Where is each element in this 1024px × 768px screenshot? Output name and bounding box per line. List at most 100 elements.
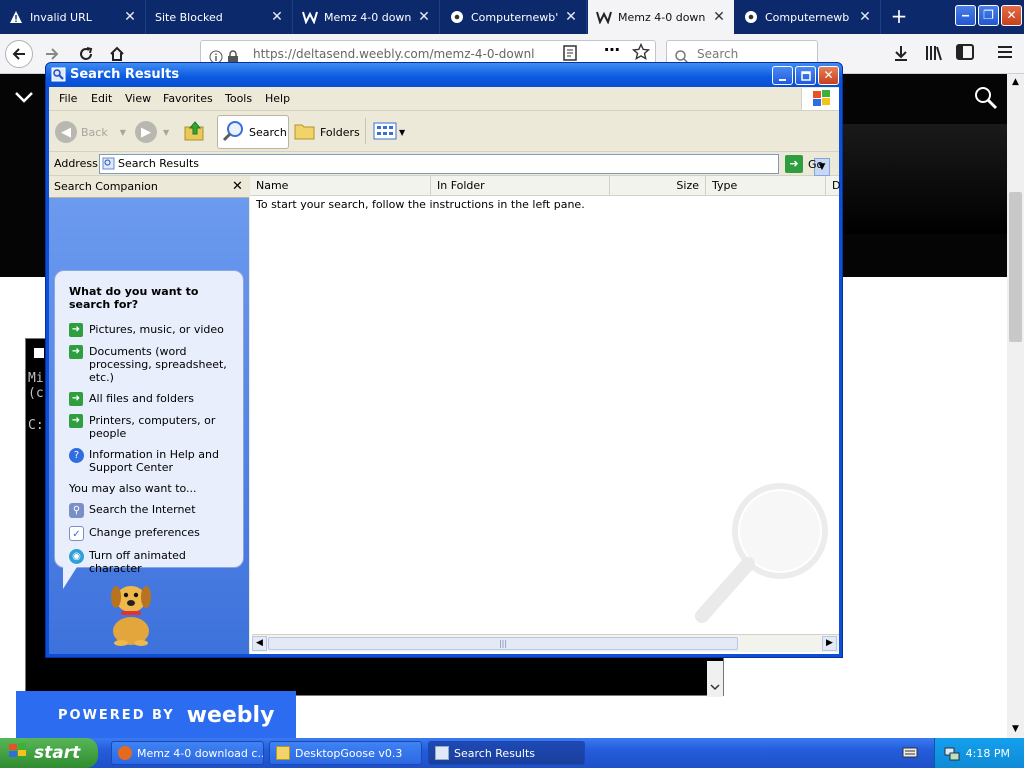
- scroll-down-arrow[interactable]: ▼: [1007, 721, 1024, 738]
- browser-close-button[interactable]: ✕: [1001, 5, 1022, 26]
- magnifier-watermark-icon: [690, 476, 840, 626]
- scroll-right-arrow[interactable]: ▶: [822, 636, 837, 651]
- close-icon[interactable]: ✕: [270, 9, 284, 25]
- chevron-down-icon[interactable]: [14, 90, 34, 107]
- folders-icon: [293, 120, 317, 145]
- horizontal-scrollbar[interactable]: ◀ ||| ▶: [252, 634, 839, 652]
- column-date[interactable]: D: [826, 176, 840, 196]
- green-arrow-icon: ➜: [69, 414, 83, 428]
- folders-button[interactable]: Folders: [293, 115, 360, 149]
- taskbar-item-search-results[interactable]: Search Results: [428, 741, 585, 765]
- window-minimize-button[interactable]: [772, 66, 793, 85]
- tab-label: Memz 4-0 downlo: [324, 10, 411, 24]
- option-change-preferences[interactable]: ✓ Change preferences: [69, 526, 233, 541]
- option-search-internet[interactable]: ⚲ Search the Internet: [69, 503, 233, 518]
- tab-invalid-url[interactable]: Invalid URL ✕: [0, 0, 146, 34]
- up-folder-button[interactable]: [183, 115, 207, 149]
- close-pane-icon[interactable]: ✕: [232, 176, 243, 198]
- page-scroll-thumb[interactable]: [1009, 192, 1022, 342]
- firefox-icon: [118, 746, 132, 760]
- toolbar-separator: [365, 118, 366, 144]
- scroll-left-arrow[interactable]: ◀: [252, 636, 267, 651]
- site-search-icon[interactable]: [974, 86, 998, 113]
- tab-memz-download[interactable]: Memz 4-0 downlo ✕: [294, 0, 440, 34]
- close-icon[interactable]: ✕: [417, 9, 431, 25]
- windows-flag-icon: [8, 742, 28, 765]
- forward-button[interactable]: ▶ ▼: [135, 115, 169, 149]
- menu-favorites[interactable]: Favorites: [163, 92, 213, 105]
- help-icon: ?: [69, 448, 84, 463]
- download-icon[interactable]: [892, 44, 912, 64]
- close-icon[interactable]: ✕: [123, 9, 137, 25]
- menu-edit[interactable]: Edit: [91, 92, 112, 105]
- search-companion-bubble: What do you want to search for? ➜ Picture…: [54, 270, 244, 575]
- tab-computernewb[interactable]: Computernewb's ✕: [441, 0, 587, 34]
- tab-label: Site Blocked: [155, 10, 223, 24]
- tab-memz-download-active[interactable]: Memz 4-0 downlo ✕: [588, 0, 734, 34]
- search-option-printers[interactable]: ➜ Printers, computers, or people: [69, 414, 233, 440]
- hamburger-menu-icon[interactable]: [996, 44, 1016, 64]
- close-icon[interactable]: ✕: [564, 9, 578, 25]
- back-button[interactable]: ◀ Back ▼: [55, 115, 126, 149]
- sidebar-icon[interactable]: [956, 44, 976, 64]
- page-actions-icon[interactable]: ⋯: [604, 42, 624, 62]
- option-turn-off-character[interactable]: ◉ Turn off animated character: [69, 549, 233, 575]
- start-button[interactable]: start: [0, 738, 98, 768]
- views-dropdown-icon[interactable]: ▼: [399, 128, 405, 137]
- column-name[interactable]: Name: [250, 176, 431, 196]
- menu-help[interactable]: Help: [265, 92, 290, 105]
- address-field[interactable]: Search Results ▼: [99, 154, 830, 176]
- search-option-pictures[interactable]: ➜ Pictures, music, or video: [69, 323, 233, 337]
- tab-label: Computernewb W: [765, 10, 852, 24]
- back-dropdown-icon[interactable]: ▼: [120, 128, 126, 137]
- option-label: Pictures, music, or video: [89, 323, 224, 336]
- taskbar-item-firefox[interactable]: Memz 4-0 download c...: [111, 741, 264, 765]
- page-scrollbar[interactable]: ▲ ▼: [1007, 74, 1024, 738]
- scroll-up-arrow[interactable]: ▲: [1007, 74, 1024, 91]
- keyboard-tray-icon[interactable]: [902, 745, 918, 762]
- weebly-powered-label: POWERED BY: [58, 707, 175, 723]
- cmd-line: Mi: [28, 371, 44, 386]
- column-in-folder[interactable]: In Folder: [431, 176, 610, 196]
- horizontal-scroll-thumb[interactable]: |||: [268, 637, 738, 650]
- close-icon[interactable]: ✕: [712, 9, 726, 25]
- views-button[interactable]: ▼: [373, 115, 405, 149]
- cmd-scroll-down-button[interactable]: [707, 661, 723, 697]
- reader-view-icon[interactable]: [562, 44, 580, 62]
- arrow-right-icon: [46, 48, 59, 60]
- search-option-all-files[interactable]: ➜ All files and folders: [69, 392, 233, 406]
- window-title-bar[interactable]: Search Results ✕: [46, 63, 842, 87]
- menu-file[interactable]: File: [59, 92, 77, 105]
- new-tab-button[interactable]: +: [886, 5, 912, 29]
- menu-view[interactable]: View: [125, 92, 151, 105]
- weebly-w-icon: [302, 9, 318, 25]
- search-hint-text: To start your search, follow the instruc…: [256, 198, 585, 211]
- search-button[interactable]: Search: [217, 115, 289, 149]
- browser-restore-button[interactable]: ❐: [978, 5, 999, 26]
- clock[interactable]: 4:18 PM: [966, 747, 1010, 760]
- magnifier-icon: [222, 119, 246, 146]
- system-tray: 4:18 PM: [934, 738, 1024, 768]
- bookmark-star-icon[interactable]: [631, 42, 651, 61]
- search-placeholder: Search: [697, 47, 739, 61]
- search-option-help[interactable]: ? Information in Help and Support Center: [69, 448, 233, 474]
- search-dog-icon[interactable]: [101, 573, 163, 647]
- back-button[interactable]: [5, 40, 33, 68]
- library-icon[interactable]: [924, 44, 944, 64]
- folder-icon: [276, 746, 290, 760]
- column-size[interactable]: Size: [610, 176, 706, 196]
- window-close-button[interactable]: ✕: [818, 66, 839, 85]
- tab-site-blocked[interactable]: Site Blocked ✕: [147, 0, 293, 34]
- column-type[interactable]: Type: [706, 176, 826, 196]
- search-option-documents[interactable]: ➜ Documents (word processing, spreadsheet…: [69, 345, 233, 384]
- close-icon[interactable]: ✕: [858, 9, 872, 25]
- go-button[interactable]: ➜ Go: [785, 154, 823, 174]
- weebly-badge[interactable]: POWERED BY weebly: [16, 691, 296, 739]
- menu-tools[interactable]: Tools: [225, 92, 252, 105]
- forward-dropdown-icon[interactable]: ▼: [163, 128, 169, 137]
- tab-computernewb-2[interactable]: Computernewb W ✕: [735, 0, 881, 34]
- network-tray-icon[interactable]: [943, 744, 961, 765]
- browser-minimize-button[interactable]: ‒: [955, 5, 976, 26]
- window-maximize-button[interactable]: [795, 66, 816, 85]
- taskbar-item-desktopgoose[interactable]: DesktopGoose v0.3: [269, 741, 422, 765]
